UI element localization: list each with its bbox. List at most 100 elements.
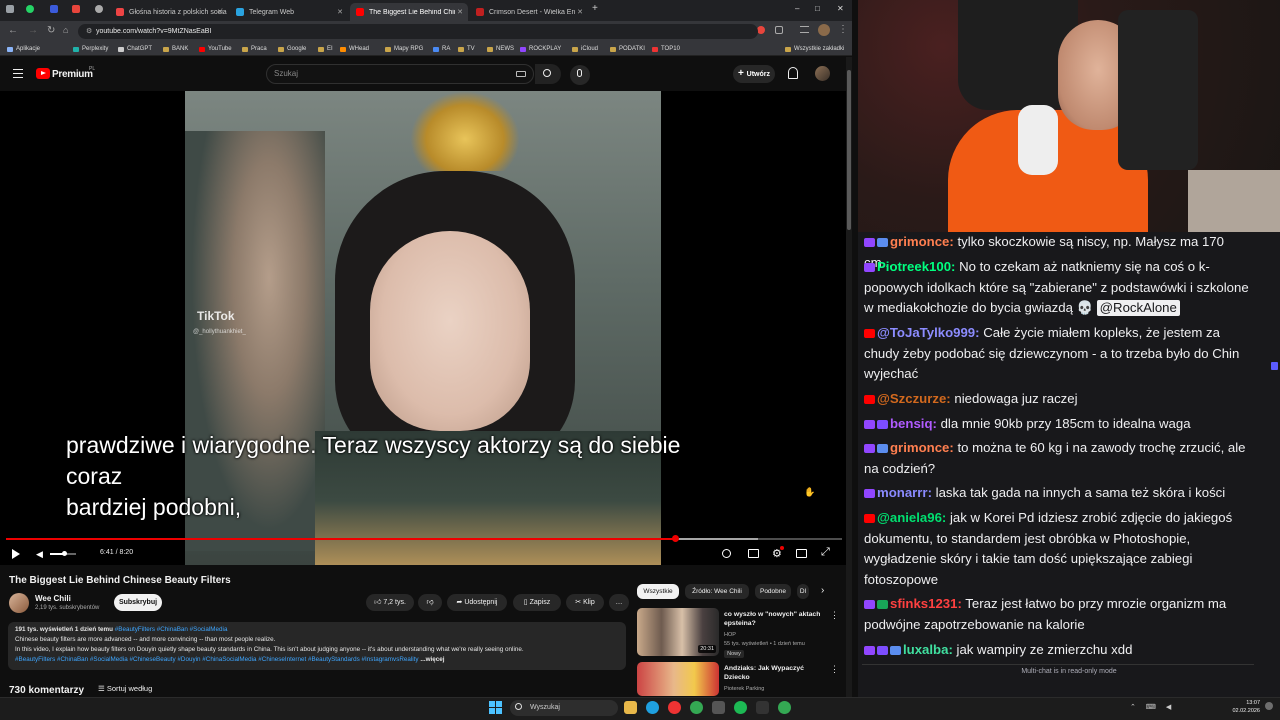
description-hashtags[interactable]: #BeautyFilters #ChinaBan #SocialMedia #C… — [15, 656, 419, 663]
bookmark-item[interactable]: Mapy RPG — [385, 46, 423, 52]
recommendation-title[interactable]: co wyszło w "nowych" aktach epsteina? — [724, 610, 824, 628]
forward-icon[interactable]: → — [28, 25, 38, 36]
channel-avatar[interactable] — [9, 593, 29, 613]
reading-list-icon[interactable] — [800, 26, 809, 33]
chat-username[interactable]: monarrr — [877, 485, 928, 500]
progress-scrubber-handle[interactable] — [671, 535, 679, 542]
bookmark-item[interactable]: ROCKPLAY — [520, 46, 561, 52]
chrome-browser-icon[interactable] — [778, 701, 791, 714]
recommendation-channel[interactable]: Pioterek Parking — [724, 685, 824, 693]
url-bar[interactable]: youtube.com/watch?v=9MtZNasEaBI — [78, 24, 758, 39]
chat-username[interactable]: sfinks1231 — [890, 596, 957, 611]
chips-next-icon[interactable]: › — [821, 585, 824, 596]
browser-tab-active[interactable]: The Biggest Lie Behind Chinese✕ — [350, 3, 468, 21]
obs-download-icon[interactable] — [756, 701, 769, 714]
bookmark-item[interactable]: NEWS — [487, 46, 514, 52]
like-button[interactable]: 👍︎ 7,2 tys. — [366, 594, 414, 611]
browser-tab[interactable]: Crimson Desert - Wielka Encyk✕ — [470, 3, 588, 21]
more-actions-button[interactable]: … — [609, 594, 629, 611]
keyboard-icon[interactable] — [516, 71, 526, 77]
recommendation-menu-icon[interactable]: ⋮ — [830, 610, 839, 621]
close-tab-icon[interactable]: ✕ — [337, 8, 343, 16]
account-avatar[interactable] — [815, 66, 830, 81]
play-icon[interactable] — [12, 549, 20, 559]
voice-search-button[interactable] — [570, 65, 590, 85]
tab-search-icon[interactable] — [6, 5, 14, 13]
bookmark-item[interactable]: WHead — [340, 46, 369, 52]
video-description[interactable]: 191 tys. wyświetleń 1 dzień temu #Beauty… — [8, 622, 626, 670]
file-explorer-icon[interactable] — [624, 701, 637, 714]
chip-source-channel[interactable]: Źródło: Wee Chili — [685, 584, 749, 599]
chat-username[interactable]: @aniela96 — [877, 510, 942, 525]
save-button[interactable]: ▯ Zapisz — [513, 594, 561, 611]
chip-all[interactable]: Wszystkie — [637, 584, 679, 599]
taskbar-app-icon[interactable] — [712, 701, 725, 714]
recommendation-thumbnail[interactable] — [637, 662, 719, 696]
pinned-tab-icon[interactable] — [50, 5, 58, 13]
pinned-tab-whatsapp-icon[interactable] — [26, 5, 34, 13]
chrome-browser-icon[interactable] — [690, 701, 703, 714]
recommendation-title[interactable]: Andziaks: Jak Wypaczyć Dziecko — [724, 664, 824, 682]
chat-mention[interactable]: @RockAlone — [1096, 300, 1180, 317]
taskbar-search-box[interactable]: Wyszukaj — [510, 700, 618, 716]
channel-name[interactable]: Wee Chili — [35, 594, 71, 603]
site-info-icon[interactable]: ⚙ — [86, 27, 92, 35]
chat-username[interactable]: bensiq — [890, 416, 933, 431]
fullscreen-icon[interactable]: ⤢ — [821, 546, 830, 559]
volume-slider[interactable] — [50, 551, 76, 556]
bookmark-item[interactable]: TOP10 — [652, 46, 680, 52]
subtitles-cc-icon[interactable] — [748, 549, 759, 558]
taskbar-clock[interactable]: 13:07 02.02.2026 — [1200, 699, 1260, 715]
close-window-button[interactable]: ✕ — [837, 4, 844, 13]
pinned-tab-icon[interactable] — [72, 5, 80, 13]
youtube-logo-icon[interactable] — [36, 68, 50, 79]
close-tab-icon[interactable]: ✕ — [217, 8, 223, 16]
subscribe-button[interactable]: Subskrybuj — [114, 594, 162, 611]
hamburger-menu-icon[interactable] — [13, 69, 23, 78]
bookmark-item[interactable]: EI — [318, 46, 333, 52]
chat-username[interactable]: Piotreek100 — [877, 259, 951, 274]
chat-scroll-indicator[interactable] — [1271, 362, 1278, 370]
browser-tab[interactable]: Głośna historia z polskich socia ✕ — [110, 3, 228, 21]
clip-button[interactable]: ✂ Klip — [566, 594, 604, 611]
chat-username[interactable]: luxalba — [903, 642, 948, 657]
browser-menu-icon[interactable]: ⋮ — [838, 24, 848, 35]
back-icon[interactable]: ← — [8, 25, 18, 36]
close-tab-icon[interactable]: ✕ — [457, 8, 463, 16]
youtube-logo-text[interactable]: Premium — [52, 69, 93, 80]
stats-hashtags[interactable]: #BeautyFilters #ChinaBan #SocialMedia — [115, 626, 228, 633]
extension-icon[interactable] — [757, 26, 765, 34]
reload-icon[interactable]: ↻ — [47, 25, 55, 36]
bookmark-item[interactable]: TV — [458, 46, 475, 52]
minimize-button[interactable]: – — [795, 4, 799, 13]
recommendation-channel[interactable]: HOP — [724, 631, 824, 639]
bookmark-item[interactable]: iCloud — [572, 46, 598, 52]
search-button[interactable] — [535, 64, 561, 84]
system-tray-icons[interactable]: ⌃ ⌨ ◀ — [1130, 703, 1190, 713]
browser-tab[interactable]: Telegram Web ✕ — [230, 3, 348, 21]
bookmark-item[interactable]: PODATKI — [610, 46, 645, 52]
bookmark-item[interactable]: ChatGPT — [118, 46, 152, 52]
recommendation-menu-icon[interactable]: ⋮ — [830, 664, 839, 675]
bookmark-item[interactable]: RA — [433, 46, 450, 52]
edge-browser-icon[interactable] — [646, 701, 659, 714]
bookmark-item[interactable]: Praca — [242, 46, 267, 52]
volume-icon[interactable]: ◀ — [36, 549, 43, 560]
chat-username[interactable]: @Szczurze — [877, 391, 946, 406]
all-bookmarks[interactable]: Wszystkie zakładki — [785, 46, 844, 52]
extensions-puzzle-icon[interactable] — [775, 26, 783, 34]
chat-username[interactable]: @ToJaTylko999 — [877, 325, 975, 340]
home-icon[interactable]: ⌂ — [63, 25, 68, 35]
bookmark-item[interactable]: YouTube — [199, 46, 232, 52]
chat-username[interactable]: grimonce — [890, 440, 949, 455]
bookmark-item[interactable]: Aplikacje — [7, 46, 40, 52]
bookmark-item[interactable]: BANK — [163, 46, 188, 52]
bookmark-item[interactable]: Perplexity — [73, 46, 108, 52]
bookmark-item[interactable]: Google — [278, 46, 306, 52]
windows-start-icon[interactable] — [489, 701, 502, 714]
autoplay-toggle-icon[interactable] — [722, 549, 731, 558]
page-scrollbar-thumb[interactable] — [847, 70, 851, 230]
opera-browser-icon[interactable] — [668, 701, 681, 714]
maximize-button[interactable]: □ — [815, 4, 820, 13]
search-input[interactable]: Szukaj — [266, 64, 534, 84]
